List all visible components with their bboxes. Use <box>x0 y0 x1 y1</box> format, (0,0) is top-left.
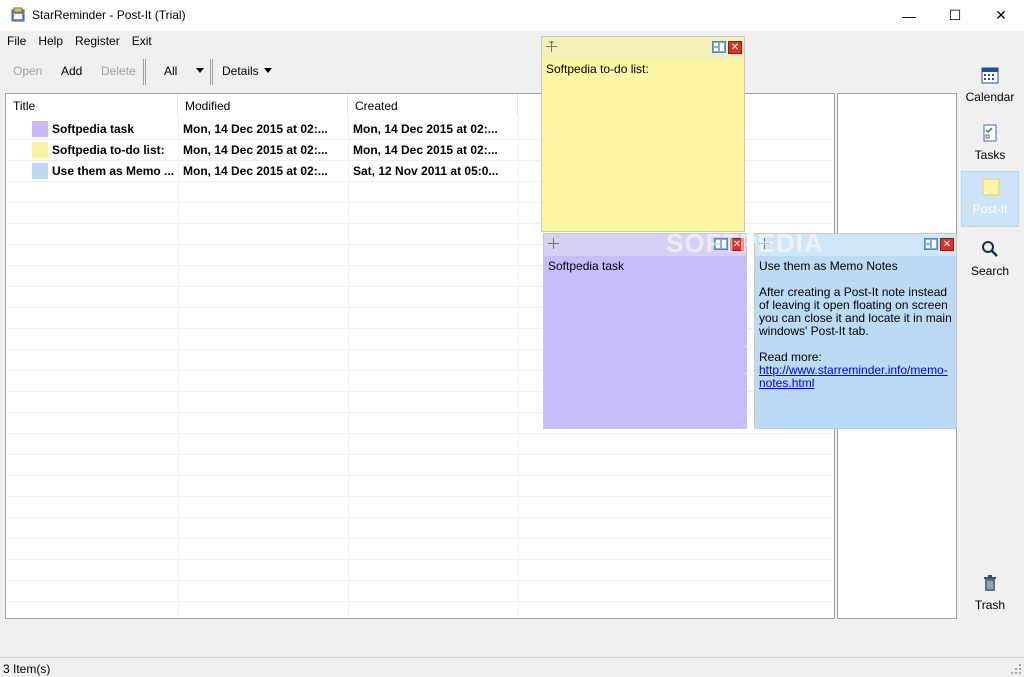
column-header-modified[interactable]: Modified <box>178 94 348 116</box>
close-button[interactable]: ✕ <box>978 0 1024 31</box>
postit-note-task[interactable]: ✕ Softpedia task <box>543 233 747 429</box>
filter-dropdown[interactable]: All <box>164 64 177 78</box>
grid-line <box>6 475 834 476</box>
note-color-swatch <box>31 120 49 138</box>
filter-dropdown-arrow-icon[interactable] <box>196 68 204 73</box>
note-close-icon[interactable]: ✕ <box>940 238 954 251</box>
delete-button[interactable]: Delete <box>101 64 136 78</box>
grid-line <box>348 116 349 618</box>
nav-label: Post-It <box>972 202 1008 216</box>
note-text[interactable]: Softpedia task <box>546 258 744 275</box>
nav-trash[interactable]: Trash <box>961 568 1019 624</box>
grid-line <box>6 538 834 539</box>
row-modified: Mon, 14 Dec 2015 at 02:... <box>183 164 328 178</box>
memo-link[interactable]: http://www.starreminder.info/memo-notes.… <box>759 364 952 390</box>
search-icon <box>982 241 998 257</box>
row-title: Softpedia to-do list: <box>52 143 165 157</box>
grid-line <box>6 601 834 602</box>
nav-calendar[interactable]: Calendar <box>961 60 1019 116</box>
watermark: SOFTPEDIA <box>666 228 824 258</box>
add-button[interactable]: Add <box>61 64 82 78</box>
row-created: Sat, 12 Nov 2011 at 05:0... <box>353 164 499 178</box>
row-title: Softpedia task <box>52 122 135 136</box>
nav-label: Calendar <box>965 90 1015 104</box>
menu-register[interactable]: Register <box>75 34 120 48</box>
right-nav: Calendar Tasks Post-It Search Trash <box>960 60 1020 620</box>
status-text: 3 Item(s) <box>3 662 51 676</box>
view-dropdown-arrow-icon[interactable] <box>264 68 272 73</box>
note-color-swatch <box>31 162 49 180</box>
grid-line <box>6 517 834 518</box>
title-bar: StarReminder - Post-It (Trial) — ☐ ✕ <box>0 0 1024 31</box>
open-button[interactable]: Open <box>13 64 42 78</box>
move-icon[interactable] <box>546 41 557 52</box>
postit-note-todo[interactable]: ✕ Softpedia to-do list: <box>541 36 745 232</box>
view-dropdown[interactable]: Details <box>222 64 259 78</box>
grid-line <box>178 116 179 618</box>
maximize-button[interactable]: ☐ <box>932 0 978 31</box>
menu-exit[interactable]: Exit <box>132 34 152 48</box>
note-text[interactable]: Use them as Memo Notes After creating a … <box>757 258 954 392</box>
window-title: StarReminder - Post-It (Trial) <box>32 8 186 22</box>
status-bar: 3 Item(s) <box>0 657 1024 677</box>
pin-icon[interactable] <box>712 41 726 53</box>
row-modified: Mon, 14 Dec 2015 at 02:... <box>183 122 328 136</box>
column-header-title[interactable]: Title <box>6 94 178 116</box>
row-modified: Mon, 14 Dec 2015 at 02:... <box>183 143 328 157</box>
nav-tasks[interactable]: Tasks <box>961 118 1019 174</box>
grid-line <box>6 559 834 560</box>
postit-note-memo[interactable]: ✕ Use them as Memo Notes After creating … <box>754 233 957 429</box>
nav-label: Trash <box>974 598 1006 612</box>
note-text[interactable]: Softpedia to-do list: <box>544 61 742 78</box>
note-color-swatch <box>31 141 49 159</box>
grid-line <box>6 496 834 497</box>
toolbar-separator <box>210 59 213 85</box>
pin-icon[interactable] <box>924 238 938 250</box>
menu-file[interactable]: File <box>7 34 26 48</box>
nav-label: Tasks <box>974 148 1006 162</box>
nav-label: Search <box>970 264 1010 278</box>
note-title-bar[interactable]: ✕ <box>542 37 744 59</box>
grid-line <box>6 433 834 434</box>
row-created: Mon, 14 Dec 2015 at 02:... <box>353 122 498 136</box>
nav-search[interactable]: Search <box>961 234 1019 290</box>
memo-paragraph: After creating a Post-It note instead of… <box>759 285 952 338</box>
calendar-icon <box>981 67 999 84</box>
postit-icon <box>982 178 1000 196</box>
note-close-icon[interactable]: ✕ <box>728 41 742 54</box>
row-title: Use them as Memo ... <box>52 164 175 178</box>
nav-postit[interactable]: Post-It <box>961 171 1019 227</box>
toolbar: Open Add Delete All Details <box>0 55 960 87</box>
move-icon[interactable] <box>548 238 559 249</box>
column-header-created[interactable]: Created <box>348 94 518 116</box>
menu-bar: File Help Register Exit <box>0 31 1024 51</box>
row-created: Mon, 14 Dec 2015 at 02:... <box>353 143 498 157</box>
grid-line <box>6 454 834 455</box>
tasks-icon <box>983 124 997 142</box>
toolbar-separator <box>143 59 146 85</box>
app-icon <box>11 7 25 22</box>
memo-title: Use them as Memo Notes <box>759 259 898 273</box>
minimize-button[interactable]: — <box>886 0 932 31</box>
grid-line <box>6 580 834 581</box>
grid-line <box>518 116 519 618</box>
menu-help[interactable]: Help <box>38 34 63 48</box>
resize-grip-icon[interactable] <box>1011 664 1021 674</box>
trash-icon <box>984 575 996 591</box>
